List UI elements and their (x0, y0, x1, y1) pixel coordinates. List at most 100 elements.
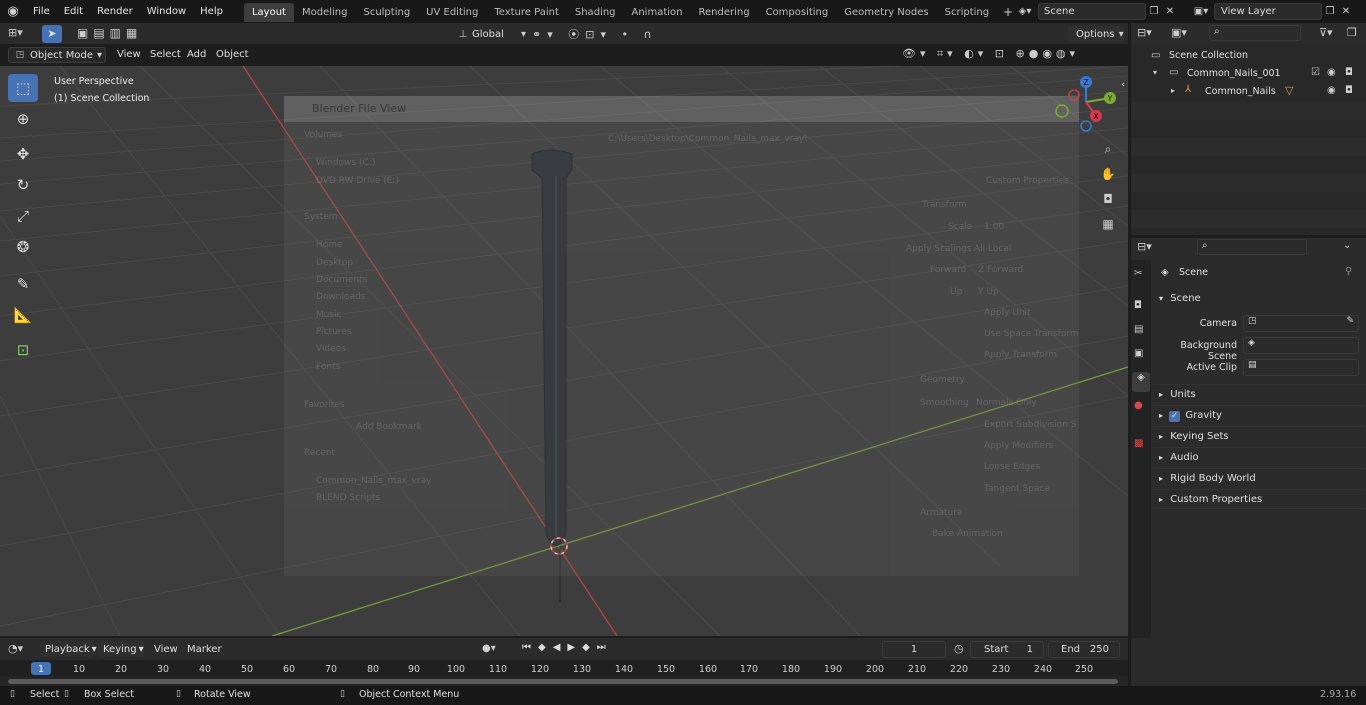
playback-controls[interactable]: ⏮◆◀▶◆⏭ (522, 642, 630, 658)
expand-chevron-icon[interactable]: ▾ (1153, 68, 1157, 77)
move-tool[interactable]: ✥ (8, 140, 38, 168)
tab-uv-editing[interactable]: UV Editing (418, 3, 486, 22)
scene-tab-icon[interactable]: ◈ (1132, 372, 1150, 392)
pin-icon[interactable]: ⚲ (1345, 266, 1352, 277)
render-tab-icon[interactable]: ◘ (1134, 300, 1142, 311)
tab-layout[interactable]: Layout (243, 3, 294, 22)
outliner-collection[interactable]: Common_Nails_001 (1187, 68, 1281, 79)
keying-menu[interactable]: Keying ▾ (98, 641, 144, 657)
camera-view-icon[interactable]: ◘ (1098, 192, 1118, 212)
view-layer-selector[interactable]: ▣▾ View Layer ❐ ✕ (1188, 2, 1366, 20)
options-dropdown[interactable]: Options ▾ (1068, 26, 1124, 42)
zoom-icon[interactable]: ⌕ (1098, 142, 1118, 162)
select-tool-icon[interactable]: ➤ (42, 25, 62, 43)
section-keying-sets[interactable]: ▸ Keying Sets (1153, 426, 1363, 446)
checkbox-icon[interactable]: ☑ (1311, 67, 1320, 78)
menu-select[interactable]: Select (150, 49, 181, 60)
timeline-menu-marker[interactable]: Marker (187, 644, 222, 655)
grid-view-icon[interactable]: ▦ (1098, 217, 1118, 237)
start-frame-field[interactable]: Start 1 (970, 641, 1044, 658)
copy-scene-icon[interactable]: ❐ (1146, 6, 1162, 17)
viewport-display-icons[interactable]: 👁▾ ⌗▾ ◐▾ ⊡ ⊕●◉◍▾ (902, 47, 1122, 63)
world-tab-icon[interactable]: ● (1134, 400, 1143, 411)
outliner-editor-icon[interactable]: ⊟▾ (1137, 26, 1152, 39)
measure-tool[interactable]: 📐 (8, 301, 38, 329)
menu-add[interactable]: Add (187, 49, 206, 60)
tab-sculpting[interactable]: Sculpting (355, 3, 418, 22)
timeline-scrollbar[interactable] (8, 679, 1118, 684)
section-custom-properties[interactable]: ▸ Custom Properties (1153, 489, 1363, 509)
menu-object[interactable]: Object (216, 49, 249, 60)
copy-view-layer-icon[interactable]: ❐ (1322, 6, 1338, 17)
annotate-tool[interactable]: ✎ (8, 270, 38, 298)
current-frame-field[interactable]: 1 (882, 641, 946, 658)
clock-icon[interactable]: ◷ (954, 642, 964, 655)
3d-viewport[interactable]: Blender File View C:\Users\Desktop\Commo… (0, 66, 1128, 636)
outliner-object[interactable]: Common_Nails (1205, 86, 1276, 97)
scene-panel-header[interactable]: ▾ Scene (1153, 290, 1363, 308)
properties-search-input[interactable]: ⌕ (1197, 239, 1307, 255)
rotate-tool[interactable]: ↻ (8, 171, 38, 199)
playback-menu[interactable]: Playback ▾ (40, 641, 97, 657)
section-gravity[interactable]: ▸ ✓ Gravity (1153, 405, 1363, 425)
tab-scripting[interactable]: Scripting (937, 3, 997, 22)
transform-orientation[interactable]: ⊥ Global ▾ (454, 25, 526, 43)
camera-icon[interactable]: ◘ (1345, 85, 1353, 96)
tab-geometry-nodes[interactable]: Geometry Nodes (836, 3, 936, 22)
timeline-editor-icon[interactable]: ◔▾ (8, 642, 23, 655)
close-scene-icon[interactable]: ✕ (1162, 6, 1178, 17)
view-layer-field[interactable]: View Layer (1214, 2, 1322, 20)
active-clip-field[interactable]: ▤ (1243, 359, 1359, 376)
display-mode-icon[interactable]: ▣▾ (1171, 26, 1187, 39)
background-scene-field[interactable]: ◈ (1243, 337, 1359, 354)
outliner-scene-collection[interactable]: Scene Collection (1169, 50, 1248, 61)
menu-render[interactable]: Render (90, 0, 140, 23)
tab-animation[interactable]: Animation (624, 3, 691, 22)
tab-texture-paint[interactable]: Texture Paint (486, 3, 567, 22)
eye-icon[interactable]: ◉ (1327, 85, 1336, 96)
scale-tool[interactable]: ⤢ (8, 202, 38, 230)
transform-tool[interactable]: ❂ (8, 233, 38, 261)
tab-modeling[interactable]: Modeling (294, 3, 356, 22)
section-audio[interactable]: ▸ Audio (1153, 447, 1363, 467)
section-units[interactable]: ▸ Units (1153, 384, 1363, 404)
pivot-and-snap-icons[interactable]: ⚭▾ ⦿⊡▾ • ∩ (532, 26, 662, 42)
filter-icon[interactable]: ⊽▾ (1319, 26, 1333, 39)
menu-file[interactable]: File (26, 0, 57, 23)
blender-logo-icon[interactable]: ◉ (0, 4, 26, 19)
add-cube-tool[interactable]: ⊡ (8, 336, 38, 364)
texture-tab-icon[interactable]: ▩ (1134, 438, 1143, 449)
selection-mode-icons[interactable]: ▣▤▥▦ (77, 26, 161, 42)
eye-icon[interactable]: ◉ (1327, 67, 1336, 78)
tab-rendering[interactable]: Rendering (690, 3, 757, 22)
menu-help[interactable]: Help (193, 0, 230, 23)
scene-selector[interactable]: ◈▾ Scene ❐ ✕ (1012, 2, 1182, 20)
eyedropper-icon[interactable]: ✎ (1346, 316, 1354, 326)
new-collection-icon[interactable]: ❐ (1347, 26, 1357, 39)
timeline-menu-view[interactable]: View (154, 644, 178, 655)
section-rigid-body-world[interactable]: ▸ Rigid Body World (1153, 468, 1363, 488)
properties-editor-icon[interactable]: ⊟▾ (1137, 240, 1152, 253)
view-layer-tab-icon[interactable]: ▣ (1134, 348, 1143, 359)
gravity-checkbox-icon[interactable]: ✓ (1169, 411, 1181, 422)
camera-icon[interactable]: ◘ (1345, 67, 1353, 78)
editor-type-button[interactable]: ⊞▾ (8, 26, 34, 42)
expand-chevron-icon[interactable]: ▸ (1171, 86, 1175, 95)
camera-field[interactable]: ◳ ✎ (1243, 315, 1359, 332)
mode-selector[interactable]: ◳ Object Mode ▾ (8, 47, 106, 63)
outliner-search-input[interactable]: ⌕ (1209, 25, 1301, 41)
sidebar-toggle-icon[interactable]: ‹ (1118, 80, 1128, 90)
menu-edit[interactable]: Edit (57, 0, 90, 23)
tab-shading[interactable]: Shading (567, 3, 624, 22)
menu-window[interactable]: Window (140, 0, 193, 23)
navigation-gizmo[interactable]: Z Y X (1052, 68, 1122, 138)
tab-compositing[interactable]: Compositing (758, 3, 837, 22)
menu-view[interactable]: View (117, 49, 141, 60)
tool-tab-icon[interactable]: ✂ (1134, 268, 1142, 279)
hand-pan-icon[interactable]: ✋ (1098, 167, 1118, 187)
output-tab-icon[interactable]: ▤ (1134, 324, 1143, 335)
select-box-tool[interactable]: ⬚ (8, 74, 38, 102)
chevron-down-icon[interactable]: ⌄ (1343, 240, 1351, 251)
scene-name-field[interactable]: Scene (1038, 2, 1146, 20)
cursor-tool[interactable]: ⊕ (8, 105, 38, 133)
